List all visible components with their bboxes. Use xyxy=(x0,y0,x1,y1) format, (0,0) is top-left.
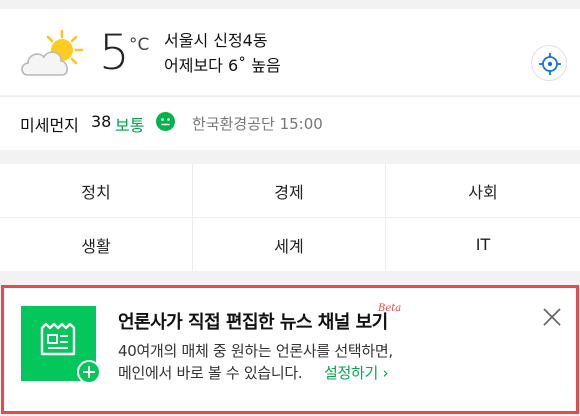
promo-title: 언론사가 직접 편집한 뉴스 채널 보기 xyxy=(118,312,388,333)
fine-dust-label: 미세먼지 xyxy=(20,116,79,135)
neutral-face-icon xyxy=(156,112,175,131)
temperature-unit: °C xyxy=(129,35,150,55)
location-name: 서울시 신정4동 xyxy=(164,31,268,50)
air-data-source: 한국환경공단 15:00 xyxy=(192,115,323,133)
news-category-grid: 정치 경제 사회 생활 세계 IT xyxy=(0,164,580,271)
fine-dust-status: 보통 xyxy=(115,116,145,135)
category-economy[interactable]: 경제 xyxy=(193,164,386,218)
plus-icon xyxy=(77,360,101,384)
temperature-value: 5 xyxy=(99,25,130,81)
crosshair-location-icon xyxy=(539,53,561,75)
close-button[interactable] xyxy=(542,307,562,327)
news-channel-promo-banner[interactable]: 언론사가 직접 편집한 뉴스 채널 보기 Beta 40여개의 매체 중 원하는… xyxy=(1,285,579,414)
temperature-comparison: 어제보다 6˚ 높음 xyxy=(164,56,281,75)
newspaper-icon xyxy=(40,322,76,356)
fine-dust-value: 38 xyxy=(91,112,112,131)
partly-cloudy-sun-icon xyxy=(18,29,84,79)
current-location-button[interactable] xyxy=(531,45,567,81)
promo-description-line2: 메인에서 바로 볼 수 있습니다. xyxy=(118,364,303,382)
beta-badge: Beta xyxy=(378,303,402,314)
category-it[interactable]: IT xyxy=(386,218,580,271)
close-icon xyxy=(543,308,561,326)
settings-link[interactable]: 설정하기 › xyxy=(324,362,388,383)
category-society[interactable]: 사회 xyxy=(386,164,580,218)
category-world[interactable]: 세계 xyxy=(193,218,386,271)
air-quality-row[interactable]: 미세먼지 38 보통 한국환경공단 15:00 xyxy=(0,96,580,150)
news-channel-icon xyxy=(21,306,101,384)
category-politics[interactable]: 정치 xyxy=(0,164,193,218)
weather-panel[interactable]: 5 °C 서울시 신정4동 어제보다 6˚ 높음 xyxy=(0,9,580,95)
category-life[interactable]: 생활 xyxy=(0,218,193,271)
promo-description-line1: 40여개의 매체 중 원하는 언론사를 선택하면, xyxy=(118,342,393,360)
